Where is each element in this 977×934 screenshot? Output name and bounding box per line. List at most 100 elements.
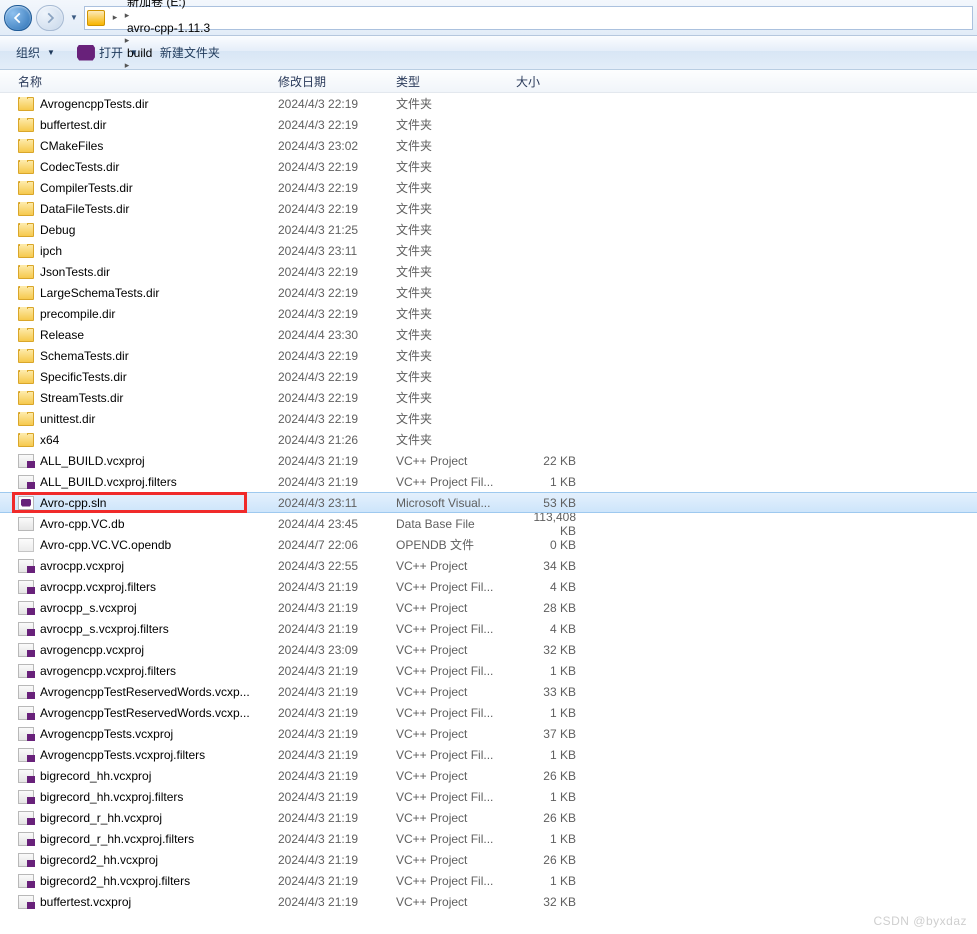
file-date-cell: 2024/4/3 22:19 bbox=[278, 412, 396, 426]
nav-history-dropdown[interactable]: ▼ bbox=[68, 5, 80, 31]
file-type-cell: VC++ Project bbox=[396, 454, 516, 468]
file-row[interactable]: Release2024/4/4 23:30文件夹 bbox=[0, 324, 977, 345]
file-name-cell: Avro-cpp.VC.db bbox=[0, 517, 278, 531]
file-row[interactable]: ipch2024/4/3 23:11文件夹 bbox=[0, 240, 977, 261]
file-row[interactable]: avrogencpp.vcxproj2024/4/3 23:09VC++ Pro… bbox=[0, 639, 977, 660]
file-name-cell: AvrogencppTests.vcxproj.filters bbox=[0, 748, 278, 762]
file-type-cell: VC++ Project bbox=[396, 853, 516, 867]
folder-icon bbox=[18, 160, 34, 174]
file-type-cell: VC++ Project Fil... bbox=[396, 790, 516, 804]
file-row[interactable]: JsonTests.dir2024/4/3 22:19文件夹 bbox=[0, 261, 977, 282]
file-row[interactable]: SpecificTests.dir2024/4/3 22:19文件夹 bbox=[0, 366, 977, 387]
vcx-icon bbox=[18, 895, 34, 909]
file-row[interactable]: ALL_BUILD.vcxproj.filters2024/4/3 21:19V… bbox=[0, 471, 977, 492]
vcx-icon bbox=[18, 790, 34, 804]
file-date-cell: 2024/4/3 23:02 bbox=[278, 139, 396, 153]
file-row[interactable]: AvrogencppTestReservedWords.vcxp...2024/… bbox=[0, 681, 977, 702]
chevron-right-icon[interactable]: ▸ bbox=[109, 12, 121, 23]
file-row[interactable]: avrogencpp.vcxproj.filters2024/4/3 21:19… bbox=[0, 660, 977, 681]
file-row[interactable]: Avro-cpp.sln2024/4/3 23:11Microsoft Visu… bbox=[0, 492, 977, 513]
file-type-cell: VC++ Project bbox=[396, 769, 516, 783]
column-header-type[interactable]: 类型 bbox=[396, 73, 516, 90]
forward-button[interactable] bbox=[36, 5, 64, 31]
db-icon bbox=[18, 517, 34, 531]
file-date-cell: 2024/4/3 21:19 bbox=[278, 475, 396, 489]
file-row[interactable]: SchemaTests.dir2024/4/3 22:19文件夹 bbox=[0, 345, 977, 366]
file-row[interactable]: AvrogencppTests.dir2024/4/3 22:19文件夹 bbox=[0, 93, 977, 114]
file-row[interactable]: LargeSchemaTests.dir2024/4/3 22:19文件夹 bbox=[0, 282, 977, 303]
file-row[interactable]: buffertest.vcxproj2024/4/3 21:19VC++ Pro… bbox=[0, 891, 977, 912]
breadcrumb[interactable]: ▸ 计算机▸新加卷 (E:)▸avro-cpp-1.11.3▸build▸ bbox=[84, 6, 973, 30]
file-row[interactable]: StreamTests.dir2024/4/3 22:19文件夹 bbox=[0, 387, 977, 408]
file-name-text: AvrogencppTests.vcxproj bbox=[40, 727, 173, 741]
file-size-cell: 0 KB bbox=[516, 538, 582, 552]
file-name-cell: bigrecord_r_hh.vcxproj.filters bbox=[0, 832, 278, 846]
file-row[interactable]: avrocpp_s.vcxproj.filters2024/4/3 21:19V… bbox=[0, 618, 977, 639]
file-row[interactable]: x642024/4/3 21:26文件夹 bbox=[0, 429, 977, 450]
file-name-cell: CodecTests.dir bbox=[0, 160, 278, 174]
breadcrumb-segment[interactable]: 新加卷 (E:) bbox=[121, 0, 214, 10]
chevron-right-icon[interactable]: ▸ bbox=[121, 10, 133, 21]
chevron-down-icon: ▼ bbox=[47, 48, 55, 57]
file-date-cell: 2024/4/3 23:09 bbox=[278, 643, 396, 657]
file-name-text: CodecTests.dir bbox=[40, 160, 119, 174]
file-name-text: bigrecord_hh.vcxproj.filters bbox=[40, 790, 183, 804]
visual-studio-icon bbox=[77, 45, 95, 61]
file-row[interactable]: avrocpp.vcxproj2024/4/3 22:55VC++ Projec… bbox=[0, 555, 977, 576]
file-type-cell: VC++ Project bbox=[396, 727, 516, 741]
file-row[interactable]: avrocpp_s.vcxproj2024/4/3 21:19VC++ Proj… bbox=[0, 597, 977, 618]
file-row[interactable]: Avro-cpp.VC.VC.opendb2024/4/7 22:06OPEND… bbox=[0, 534, 977, 555]
file-row[interactable]: buffertest.dir2024/4/3 22:19文件夹 bbox=[0, 114, 977, 135]
file-date-cell: 2024/4/3 22:55 bbox=[278, 559, 396, 573]
file-row[interactable]: Debug2024/4/3 21:25文件夹 bbox=[0, 219, 977, 240]
file-row[interactable]: CMakeFiles2024/4/3 23:02文件夹 bbox=[0, 135, 977, 156]
file-type-cell: VC++ Project Fil... bbox=[396, 664, 516, 678]
file-name-text: Avro-cpp.VC.db bbox=[40, 517, 125, 531]
file-row[interactable]: avrocpp.vcxproj.filters2024/4/3 21:19VC+… bbox=[0, 576, 977, 597]
folder-icon bbox=[18, 328, 34, 342]
file-row[interactable]: ALL_BUILD.vcxproj2024/4/3 21:19VC++ Proj… bbox=[0, 450, 977, 471]
back-button[interactable] bbox=[4, 5, 32, 31]
file-date-cell: 2024/4/3 22:19 bbox=[278, 160, 396, 174]
folder-icon bbox=[18, 139, 34, 153]
new-folder-button[interactable]: 新建文件夹 bbox=[152, 41, 228, 64]
file-row[interactable]: AvrogencppTestReservedWords.vcxp...2024/… bbox=[0, 702, 977, 723]
column-header-date[interactable]: 修改日期 bbox=[278, 73, 396, 90]
file-row[interactable]: precompile.dir2024/4/3 22:19文件夹 bbox=[0, 303, 977, 324]
file-row[interactable]: AvrogencppTests.vcxproj2024/4/3 21:19VC+… bbox=[0, 723, 977, 744]
file-type-cell: Microsoft Visual... bbox=[396, 496, 516, 510]
file-name-text: precompile.dir bbox=[40, 307, 115, 321]
file-row[interactable]: bigrecord2_hh.vcxproj2024/4/3 21:19VC++ … bbox=[0, 849, 977, 870]
column-header-size[interactable]: 大小 bbox=[516, 73, 582, 90]
file-type-cell: VC++ Project Fil... bbox=[396, 580, 516, 594]
file-size-cell: 1 KB bbox=[516, 706, 582, 720]
file-row[interactable]: bigrecord_r_hh.vcxproj2024/4/3 21:19VC++… bbox=[0, 807, 977, 828]
file-name-text: buffertest.dir bbox=[40, 118, 106, 132]
open-menu[interactable]: 打开 ▼ bbox=[69, 41, 146, 64]
file-name-text: bigrecord_r_hh.vcxproj bbox=[40, 811, 162, 825]
folder-icon bbox=[18, 412, 34, 426]
file-row[interactable]: AvrogencppTests.vcxproj.filters2024/4/3 … bbox=[0, 744, 977, 765]
column-header-name[interactable]: 名称 bbox=[0, 73, 278, 90]
file-type-cell: VC++ Project bbox=[396, 559, 516, 573]
file-row[interactable]: bigrecord2_hh.vcxproj.filters2024/4/3 21… bbox=[0, 870, 977, 891]
organize-menu[interactable]: 组织 ▼ bbox=[8, 41, 63, 64]
file-date-cell: 2024/4/3 21:19 bbox=[278, 601, 396, 615]
file-name-cell: buffertest.vcxproj bbox=[0, 895, 278, 909]
file-type-cell: VC++ Project Fil... bbox=[396, 622, 516, 636]
file-row[interactable]: Avro-cpp.VC.db2024/4/4 23:45Data Base Fi… bbox=[0, 513, 977, 534]
file-row[interactable]: bigrecord_r_hh.vcxproj.filters2024/4/3 2… bbox=[0, 828, 977, 849]
file-row[interactable]: CodecTests.dir2024/4/3 22:19文件夹 bbox=[0, 156, 977, 177]
file-name-text: unittest.dir bbox=[40, 412, 95, 426]
file-row[interactable]: unittest.dir2024/4/3 22:19文件夹 bbox=[0, 408, 977, 429]
file-size-cell: 4 KB bbox=[516, 622, 582, 636]
file-row[interactable]: CompilerTests.dir2024/4/3 22:19文件夹 bbox=[0, 177, 977, 198]
file-size-cell: 34 KB bbox=[516, 559, 582, 573]
file-type-cell: 文件夹 bbox=[396, 263, 516, 280]
vcx-icon bbox=[18, 559, 34, 573]
breadcrumb-segment[interactable]: avro-cpp-1.11.3 bbox=[121, 21, 214, 35]
file-row[interactable]: bigrecord_hh.vcxproj.filters2024/4/3 21:… bbox=[0, 786, 977, 807]
file-row[interactable]: DataFileTests.dir2024/4/3 22:19文件夹 bbox=[0, 198, 977, 219]
file-name-cell: SpecificTests.dir bbox=[0, 370, 278, 384]
file-row[interactable]: bigrecord_hh.vcxproj2024/4/3 21:19VC++ P… bbox=[0, 765, 977, 786]
